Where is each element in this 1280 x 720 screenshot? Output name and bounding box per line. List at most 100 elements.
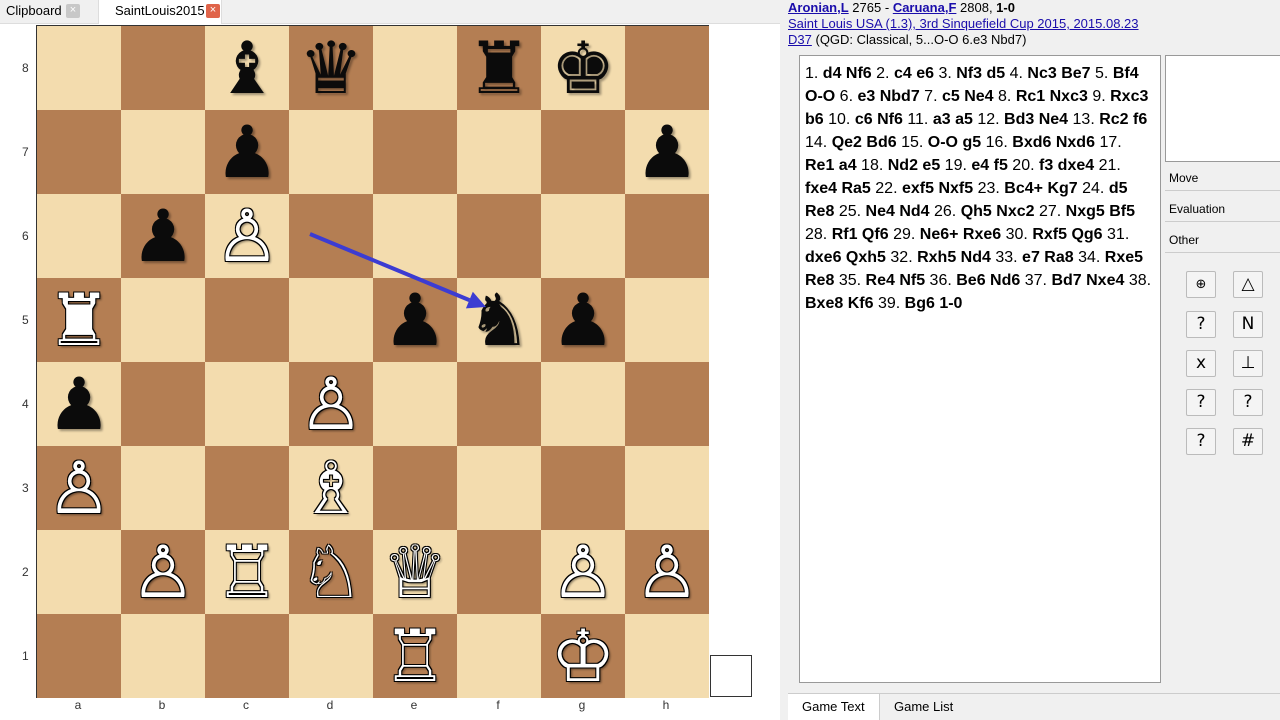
square-g6[interactable] xyxy=(541,194,625,278)
square-g5[interactable]: ♟ xyxy=(541,278,625,362)
square-a3[interactable]: ♙ xyxy=(37,446,121,530)
square-c5[interactable] xyxy=(205,278,289,362)
black-rook-f8[interactable]: ♜ xyxy=(457,26,541,110)
square-e1[interactable]: ♖ xyxy=(373,614,457,698)
move-pair[interactable]: Bxe8 Kf6 xyxy=(805,295,873,312)
square-g1[interactable]: ♔ xyxy=(541,614,625,698)
move-pair[interactable]: Bd7 Nxe4 xyxy=(1051,272,1124,289)
square-a7[interactable] xyxy=(37,110,121,194)
move-pair[interactable]: Rc1 Nxc3 xyxy=(1016,88,1088,105)
move-pair[interactable]: Nd2 e5 xyxy=(888,157,940,174)
white-player-link[interactable]: Aronian,L xyxy=(788,0,849,15)
square-c8[interactable]: ♝ xyxy=(205,26,289,110)
move-pair[interactable]: Nxg5 Bf5 xyxy=(1066,203,1135,220)
with-idea-button[interactable]: ⊕ xyxy=(1186,271,1216,298)
move-pair[interactable]: Qe2 Bd6 xyxy=(832,134,897,151)
move-pair[interactable]: Nf3 d5 xyxy=(956,65,1005,82)
move-pair[interactable]: Nc3 Be7 xyxy=(1027,65,1090,82)
square-c2[interactable]: ♖ xyxy=(205,530,289,614)
eco-link[interactable]: D37 xyxy=(788,32,812,47)
square-d8[interactable]: ♛ xyxy=(289,26,373,110)
square-h8[interactable] xyxy=(625,26,709,110)
square-c7[interactable]: ♟ xyxy=(205,110,289,194)
black-pawn-g5[interactable]: ♟ xyxy=(541,278,625,362)
move-pair[interactable]: e7 Ra8 xyxy=(1022,249,1074,266)
square-e4[interactable] xyxy=(373,362,457,446)
move-pair[interactable]: Re1 a4 xyxy=(805,157,857,174)
square-d6[interactable] xyxy=(289,194,373,278)
black-queen-d8[interactable]: ♛ xyxy=(289,26,373,110)
white-rook-e1[interactable]: ♖ xyxy=(373,614,457,698)
white-pawn-a3[interactable]: ♙ xyxy=(37,446,121,530)
square-g2[interactable]: ♙ xyxy=(541,530,625,614)
white-pawn-c6[interactable]: ♙ xyxy=(205,194,289,278)
square-e3[interactable] xyxy=(373,446,457,530)
square-g8[interactable]: ♚ xyxy=(541,26,625,110)
move-pair[interactable]: fxe4 Ra5 xyxy=(805,180,871,197)
white-knight-d2[interactable]: ♘ xyxy=(289,530,373,614)
black-pawn-b6[interactable]: ♟ xyxy=(121,194,205,278)
move-pair[interactable]: a3 a5 xyxy=(933,111,973,128)
square-d5[interactable] xyxy=(289,278,373,362)
move-pair[interactable]: O-O g5 xyxy=(928,134,981,151)
evaluation-section-header[interactable]: Evaluation xyxy=(1165,198,1280,222)
black-knight-f5[interactable]: ♞ xyxy=(457,278,541,362)
square-b3[interactable] xyxy=(121,446,205,530)
move-pair[interactable]: Re4 Nf5 xyxy=(866,272,926,289)
black-pawn-e5[interactable]: ♟ xyxy=(373,278,457,362)
square-c3[interactable] xyxy=(205,446,289,530)
white-rook-a5[interactable]: ♜ xyxy=(37,278,121,362)
move-pair[interactable]: f3 dxe4 xyxy=(1039,157,1094,174)
square-a5[interactable]: ♜ xyxy=(37,278,121,362)
square-h6[interactable] xyxy=(625,194,709,278)
square-f3[interactable] xyxy=(457,446,541,530)
black-player-link[interactable]: Caruana,F xyxy=(893,0,957,15)
white-pawn-g2[interactable]: ♙ xyxy=(541,530,625,614)
square-h1[interactable] xyxy=(625,614,709,698)
square-e6[interactable] xyxy=(373,194,457,278)
square-b5[interactable] xyxy=(121,278,205,362)
white-king-g1[interactable]: ♔ xyxy=(541,614,625,698)
move-pair[interactable]: Bc4+ Kg7 xyxy=(1004,180,1077,197)
symbol-q3-button[interactable]: ? xyxy=(1233,389,1263,416)
square-a2[interactable] xyxy=(37,530,121,614)
move-pair[interactable]: c5 Ne4 xyxy=(942,88,994,105)
event-link[interactable]: Saint Louis USA (1.3), 3rd Sinquefield C… xyxy=(788,16,1139,31)
square-h5[interactable] xyxy=(625,278,709,362)
move-pair[interactable]: Rc2 f6 xyxy=(1099,111,1147,128)
move-pair[interactable]: e3 Nbd7 xyxy=(857,88,919,105)
black-pawn-c7[interactable]: ♟ xyxy=(205,110,289,194)
move-pair[interactable]: Qh5 Nxc2 xyxy=(961,203,1035,220)
with-attack-button[interactable]: △ xyxy=(1233,271,1263,298)
symbol-x-button[interactable]: x xyxy=(1186,350,1216,377)
square-e7[interactable] xyxy=(373,110,457,194)
square-f7[interactable] xyxy=(457,110,541,194)
white-bishop-d3[interactable]: ♗ xyxy=(289,446,373,530)
symbol-q4-button[interactable]: ? xyxy=(1186,428,1216,455)
close-icon[interactable]: × xyxy=(206,4,220,18)
square-f5[interactable]: ♞ xyxy=(457,278,541,362)
white-pawn-h2[interactable]: ♙ xyxy=(625,530,709,614)
tab-game-text[interactable]: Game Text xyxy=(788,694,880,720)
square-h4[interactable] xyxy=(625,362,709,446)
move-pair[interactable]: exf5 Nxf5 xyxy=(902,180,973,197)
square-d3[interactable]: ♗ xyxy=(289,446,373,530)
square-e8[interactable] xyxy=(373,26,457,110)
white-pawn-b2[interactable]: ♙ xyxy=(121,530,205,614)
move-pair[interactable]: Rxh5 Nd4 xyxy=(917,249,991,266)
move-pair[interactable]: dxe6 Qxh5 xyxy=(805,249,886,266)
square-a1[interactable] xyxy=(37,614,121,698)
move-pair[interactable]: d4 Nf6 xyxy=(823,65,872,82)
other-section-header[interactable]: Other xyxy=(1165,229,1280,253)
move-pair[interactable]: Rf1 Qf6 xyxy=(832,226,889,243)
square-b8[interactable] xyxy=(121,26,205,110)
mate-button[interactable]: # xyxy=(1233,428,1263,455)
square-f6[interactable] xyxy=(457,194,541,278)
square-g7[interactable] xyxy=(541,110,625,194)
square-f2[interactable] xyxy=(457,530,541,614)
square-a6[interactable] xyxy=(37,194,121,278)
square-h2[interactable]: ♙ xyxy=(625,530,709,614)
square-f8[interactable]: ♜ xyxy=(457,26,541,110)
square-f4[interactable] xyxy=(457,362,541,446)
move-section-header[interactable]: Move xyxy=(1165,167,1280,191)
